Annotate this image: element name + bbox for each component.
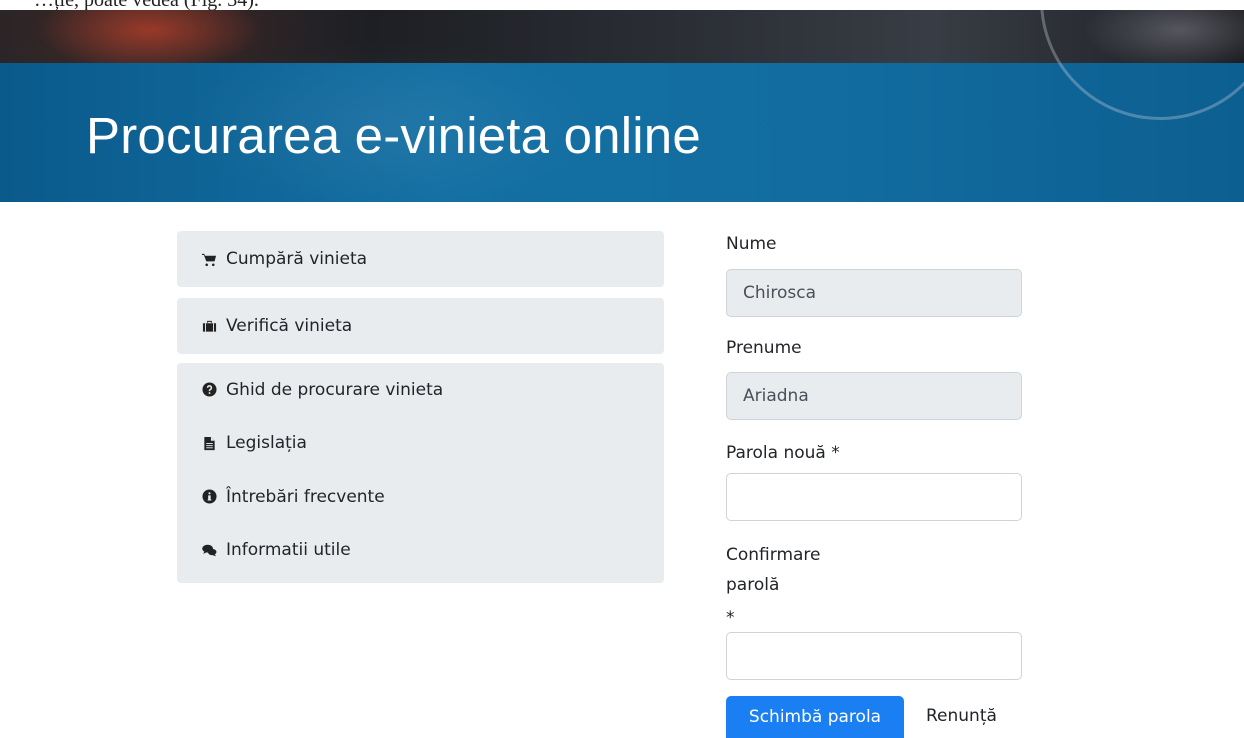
last-name-label: Nume <box>726 234 777 254</box>
menu-item-label: Întrebări frecvente <box>226 486 385 507</box>
cart-icon <box>201 251 217 267</box>
menu-item-label: Legislația <box>226 433 307 454</box>
last-name-field[interactable] <box>726 269 1022 317</box>
confirm-password-required-mark: * <box>726 608 735 628</box>
page-title: Procurarea e-vinieta online <box>86 107 701 164</box>
hero-banner: Procurarea e-vinieta online <box>0 10 1244 202</box>
info-circle-icon <box>201 489 217 505</box>
menu-card-buy: Cumpără vinieta <box>177 231 664 287</box>
first-name-field[interactable] <box>726 372 1022 420</box>
comments-icon <box>201 542 217 558</box>
file-text-icon <box>201 435 217 451</box>
menu-item-buy-vignette[interactable]: Cumpără vinieta <box>177 231 664 287</box>
briefcase-icon <box>201 318 217 334</box>
first-name-label: Prenume <box>726 338 802 358</box>
new-password-field[interactable] <box>726 473 1022 521</box>
menu-item-verify-vignette[interactable]: Verifică vinieta <box>177 298 664 354</box>
menu-card-info: Ghid de procurare vinieta Legislația Înt… <box>177 363 664 583</box>
menu-item-label: Ghid de procurare vinieta <box>226 379 444 400</box>
question-circle-icon <box>201 382 217 398</box>
page: …ție, poate vedea (Fig. 34). Procurarea … <box>0 0 1244 738</box>
menu-item-useful-info[interactable]: Informatii utile <box>177 524 664 578</box>
menu-item-faq[interactable]: Întrebări frecvente <box>177 470 664 524</box>
menu-item-legislation[interactable]: Legislația <box>177 417 664 471</box>
confirm-password-field[interactable] <box>726 632 1022 680</box>
menu-card-verify: Verifică vinieta <box>177 298 664 354</box>
change-password-button[interactable]: Schimbă parola <box>726 696 904 738</box>
menu-item-guide[interactable]: Ghid de procurare vinieta <box>177 363 664 417</box>
new-password-label: Parola nouă * <box>726 443 840 463</box>
cancel-link[interactable]: Renunță <box>926 706 997 726</box>
menu-item-label: Cumpără vinieta <box>226 249 368 269</box>
menu-item-label: Informatii utile <box>226 540 351 561</box>
confirm-password-label-line1: Confirmare <box>726 545 821 565</box>
document-fragment-text: …ție, poate vedea (Fig. 34). <box>34 0 259 10</box>
confirm-password-label-line2: parolă <box>726 575 780 595</box>
document-fragment: …ție, poate vedea (Fig. 34). <box>0 0 1244 10</box>
menu-item-label: Verifică vinieta <box>226 316 353 336</box>
